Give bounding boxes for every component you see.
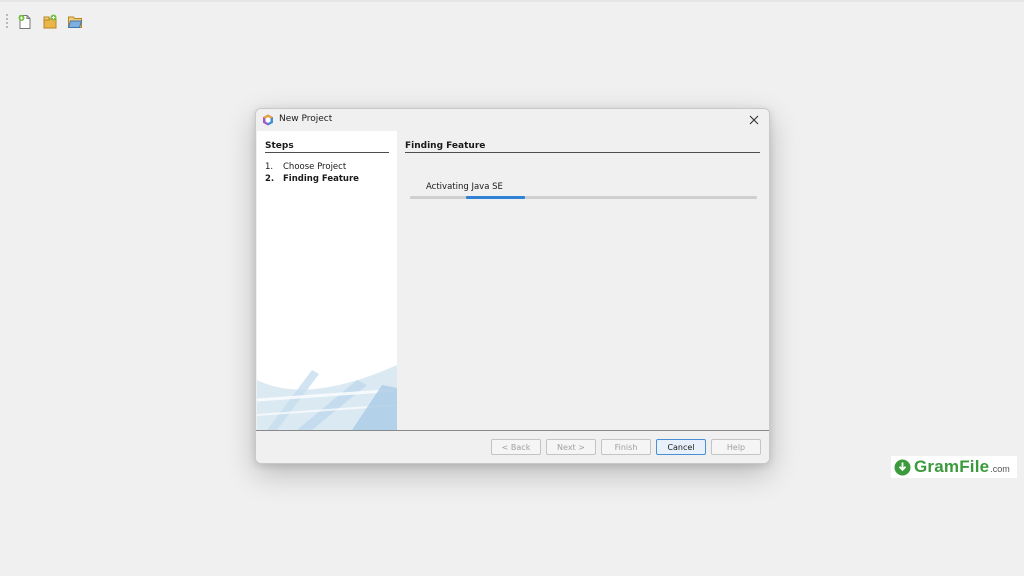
- step-number: 2.: [265, 174, 275, 184]
- help-button[interactable]: Help: [711, 439, 761, 455]
- open-project-button[interactable]: [65, 12, 85, 32]
- step-label: Choose Project: [283, 162, 347, 172]
- open-project-icon: [67, 16, 83, 28]
- step-number: 1.: [265, 162, 274, 172]
- close-button[interactable]: [747, 113, 761, 127]
- netbeans-logo-icon: [263, 114, 273, 126]
- new-file-icon: [18, 15, 31, 29]
- steps-panel: Steps 1. Choose Project 2. Finding Feature: [257, 131, 397, 430]
- new-file-button[interactable]: [15, 12, 35, 32]
- new-project-icon: [43, 14, 57, 29]
- back-button[interactable]: < Back: [491, 439, 541, 455]
- main-toolbar: [6, 12, 85, 32]
- toolbar-grip[interactable]: [6, 14, 8, 30]
- dialog-button-bar: < Back Next > Finish Cancel Help: [256, 430, 769, 463]
- gramfile-watermark: GramFile .com: [891, 456, 1017, 478]
- step-finding-feature: 2. Finding Feature: [265, 174, 359, 184]
- content-heading: Finding Feature: [405, 141, 760, 153]
- steps-heading: Steps: [265, 141, 389, 153]
- content-panel: Finding Feature Activating Java SE: [397, 131, 768, 430]
- dialog-title: New Project: [279, 114, 333, 124]
- brand-suffix: .com: [990, 464, 1010, 474]
- ide-toolbar-area: [0, 0, 1024, 36]
- progress-bar-fill: [465, 196, 525, 199]
- menu-strip-edge: [0, 0, 1024, 2]
- progress-bar: [410, 196, 757, 199]
- download-arrow-icon: [894, 459, 911, 475]
- step-choose-project: 1. Choose Project: [265, 162, 346, 172]
- step-label: Finding Feature: [283, 174, 359, 184]
- brand-name: GramFile: [914, 457, 990, 476]
- wizard-watermark-graphic: [257, 365, 397, 430]
- dialog-titlebar[interactable]: New Project: [256, 109, 769, 131]
- cancel-button[interactable]: Cancel: [656, 439, 706, 455]
- new-project-dialog: New Project Steps 1. Choose Project 2. Fin…: [255, 108, 770, 464]
- finish-button[interactable]: Finish: [601, 439, 651, 455]
- close-icon: [749, 115, 759, 125]
- activity-status-text: Activating Java SE: [426, 182, 503, 192]
- new-project-button[interactable]: [40, 12, 60, 32]
- next-button[interactable]: Next >: [546, 439, 596, 455]
